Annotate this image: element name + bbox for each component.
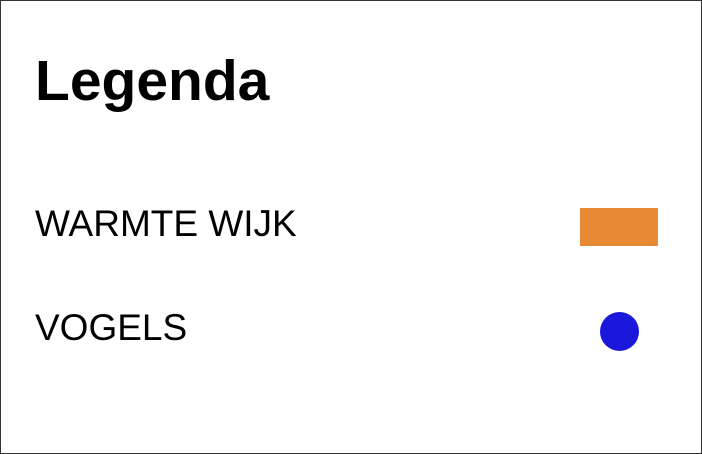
legend-title: Legenda [35,49,270,113]
legend-item-label-vogels: VOGELS [35,307,188,348]
legend-item-label-warmte-wijk: WARMTE WIJK [35,203,297,244]
vogels-point-symbol [600,312,639,351]
warmte-wijk-area-swatch [580,208,658,246]
map-legend: Legenda WARMTE WIJK VOGELS [0,0,702,454]
